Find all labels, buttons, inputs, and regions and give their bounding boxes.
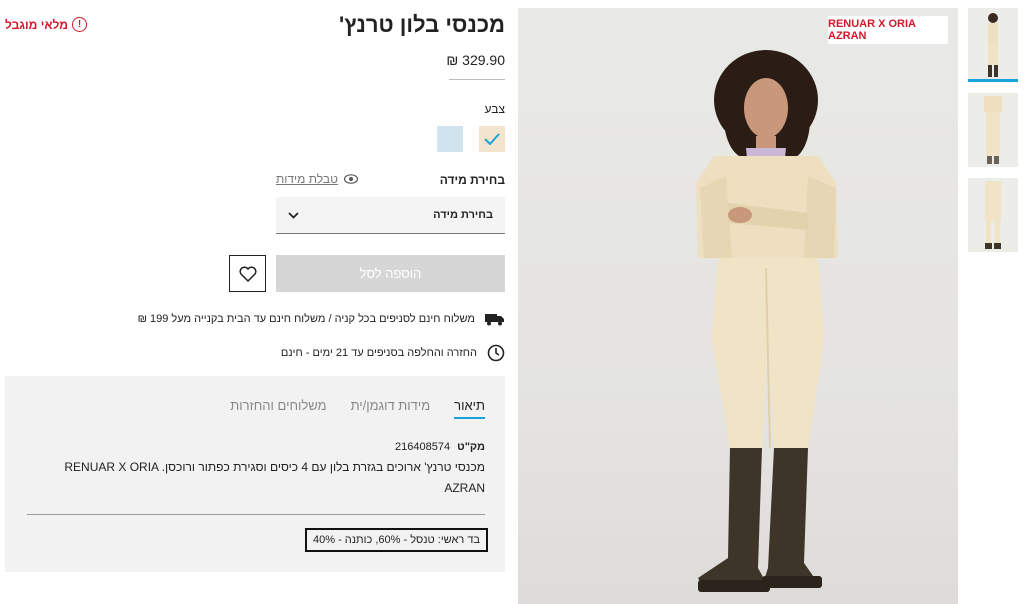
brand-tag: RENUAR X ORIA AZRAN — [828, 16, 948, 44]
tab-description[interactable]: תיאור — [454, 398, 485, 419]
stock-status-text: מלאי מוגבל — [5, 17, 68, 32]
shipping-perk: משלוח חינם לסניפים בכל קניה / משלוח חינם… — [138, 312, 505, 326]
price-divider — [449, 79, 505, 80]
size-table-text: טבלת מידות — [276, 172, 338, 186]
checkmark-icon — [484, 133, 500, 145]
color-swatch-cream[interactable] — [479, 126, 505, 152]
product-title: מכנסי בלון טרנץ' — [339, 12, 505, 37]
chevron-down-icon — [288, 211, 299, 219]
clock-icon — [487, 344, 505, 362]
size-select[interactable]: בחירת מידה — [276, 197, 505, 234]
tab-shipping-returns[interactable]: משלוחים והחזרות — [230, 398, 326, 419]
details-panel: תיאור מידות דוגמן/ית משלוחים והחזרות מק"… — [5, 376, 505, 572]
size-label: בחירת מידה — [439, 173, 505, 187]
heart-icon — [239, 266, 256, 282]
sku-value: 216408574 — [395, 441, 451, 453]
details-tabs: תיאור מידות דוגמן/ית משלוחים והחזרות — [230, 398, 485, 419]
truck-icon — [485, 314, 504, 326]
product-description: מכנסי טרנץ' ארוכים בגזרת בלון עם 4 כיסים… — [64, 460, 485, 495]
thumbnail-1[interactable] — [968, 8, 1018, 82]
size-select-value: בחירת מידה — [433, 209, 493, 221]
color-label: צבע — [484, 102, 505, 116]
stock-badge: ! מלאי מוגבל — [5, 17, 87, 32]
thumbnail-3[interactable] — [968, 178, 1018, 252]
fabric-composition: בד ראשי: טנסל - 60%, כותנה - 40% — [305, 528, 489, 552]
returns-perk: החזרה והחלפה בסניפים עד 21 ימים - חינם — [281, 344, 505, 362]
thumbnail-2[interactable] — [968, 93, 1018, 167]
product-price: 329.90 ₪ — [446, 52, 505, 68]
add-to-cart-button[interactable]: הוספה לסל — [276, 255, 505, 292]
sku-label: מק"ט — [457, 441, 485, 453]
wishlist-button[interactable] — [229, 255, 266, 292]
tab-model-sizes[interactable]: מידות דוגמן/ית — [351, 398, 431, 419]
model-figure — [696, 50, 838, 592]
returns-text: החזרה והחלפה בסניפים עד 21 ימים - חינם — [280, 347, 477, 359]
sku: מק"ט 216408574 — [395, 441, 485, 453]
alert-circle-icon: ! — [71, 17, 87, 32]
details-divider — [27, 514, 485, 515]
main-product-image[interactable]: RENUAR X ORIA AZRAN — [518, 8, 958, 604]
size-table-link[interactable]: טבלת מידות — [276, 172, 358, 186]
product-info: ! מלאי מוגבל מכנסי בלון טרנץ' 329.90 ₪ צ… — [0, 0, 515, 604]
thumbnail-strip — [968, 8, 1018, 263]
color-swatch-light-blue[interactable] — [437, 126, 463, 152]
shipping-text: משלוח חינם לסניפים בכל קניה / משלוח חינם… — [137, 313, 475, 325]
eye-icon — [343, 174, 358, 184]
